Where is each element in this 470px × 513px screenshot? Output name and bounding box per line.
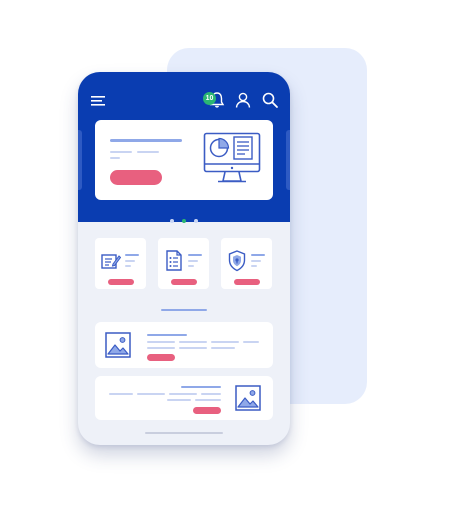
card-text-line xyxy=(137,393,165,395)
phone-frame: 10 xyxy=(78,72,290,445)
card-action-button[interactable] xyxy=(193,407,221,414)
card-action-button[interactable] xyxy=(147,354,175,361)
carousel-dot-active[interactable] xyxy=(182,219,186,223)
carousel-prev-peek xyxy=(78,130,82,190)
tile-action-button[interactable] xyxy=(234,279,260,285)
card-title-line xyxy=(181,386,221,388)
feature-tile-document[interactable] xyxy=(158,238,209,289)
card-text-line xyxy=(195,399,221,401)
tile-text-line xyxy=(188,260,198,262)
hero-banner-card[interactable] xyxy=(95,120,273,200)
card-text-line xyxy=(147,341,175,343)
list-card[interactable] xyxy=(95,376,273,420)
home-indicator xyxy=(145,432,223,434)
image-icon xyxy=(105,332,131,358)
app-header: 10 xyxy=(78,72,290,223)
card-text-line xyxy=(201,393,221,395)
card-text-line xyxy=(179,347,207,349)
tile-text-line xyxy=(125,260,135,262)
tile-title-line xyxy=(251,254,265,256)
user-icon[interactable] xyxy=(234,91,252,109)
menu-icon[interactable] xyxy=(91,95,107,107)
hero-text-line xyxy=(110,151,132,153)
hero-action-button[interactable] xyxy=(110,170,162,185)
section-divider xyxy=(161,309,207,311)
card-text-line xyxy=(147,347,175,349)
carousel-next-peek xyxy=(286,130,290,190)
hero-text-line xyxy=(137,151,159,153)
monitor-chart-icon xyxy=(203,132,261,188)
image-icon xyxy=(235,385,261,411)
carousel-dot[interactable] xyxy=(169,219,174,223)
card-text-line xyxy=(211,347,235,349)
card-text-line xyxy=(211,341,239,343)
tile-text-line xyxy=(188,265,194,267)
shield-icon xyxy=(228,250,246,272)
tile-action-button[interactable] xyxy=(171,279,197,285)
card-text-line xyxy=(167,399,191,401)
tile-title-line xyxy=(188,254,202,256)
tile-title-line xyxy=(125,254,139,256)
notification-badge: 10 xyxy=(203,92,216,105)
document-icon xyxy=(165,250,183,272)
hero-text-line xyxy=(110,157,120,159)
list-card[interactable] xyxy=(95,322,273,368)
card-text-line xyxy=(169,393,197,395)
card-text-line xyxy=(243,341,259,343)
tile-text-line xyxy=(125,265,131,267)
card-text-line xyxy=(109,393,133,395)
tile-action-button[interactable] xyxy=(108,279,134,285)
carousel-dot[interactable] xyxy=(194,219,199,223)
tile-text-line xyxy=(251,260,261,262)
tile-text-line xyxy=(251,265,257,267)
feature-tile-edit[interactable] xyxy=(95,238,146,289)
search-icon[interactable] xyxy=(261,91,279,109)
edit-document-icon xyxy=(101,252,121,270)
card-title-line xyxy=(147,334,187,336)
carousel-indicator xyxy=(78,210,290,228)
hero-title-line xyxy=(110,139,182,142)
card-text-line xyxy=(179,341,207,343)
feature-tile-security[interactable] xyxy=(221,238,272,289)
